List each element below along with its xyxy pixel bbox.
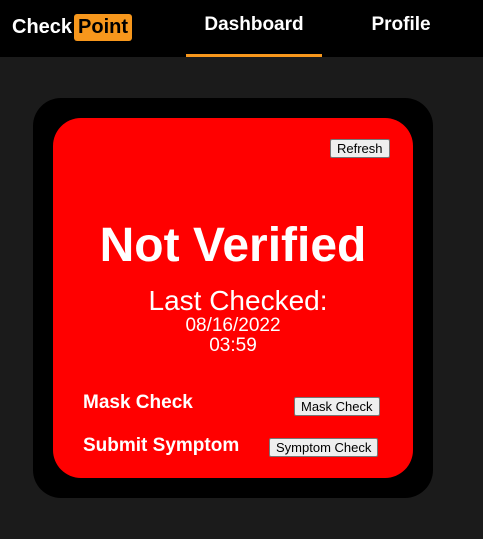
app-logo[interactable]: Check Point [12,13,133,41]
tab-profile[interactable]: Profile [350,0,452,54]
verification-status: Not Verified [99,219,367,272]
top-navigation-bar: Check Point Dashboard Profile [0,0,483,57]
last-checked-date: 08/16/2022 [185,315,281,336]
logo-text-point: Point [74,13,133,41]
verification-status-card: Refresh Not Verified Last Checked: 08/16… [53,118,413,478]
tab-profile-label: Profile [371,14,431,35]
refresh-button[interactable]: Refresh [330,139,390,158]
tab-dashboard[interactable]: Dashboard [186,0,322,57]
last-checked-label: Last Checked: [148,285,328,316]
mask-check-button[interactable]: Mask Check [294,397,380,416]
logo-text-check: Check [12,15,73,38]
symptom-check-button[interactable]: Symptom Check [269,438,379,457]
submit-symptom-label: Submit Symptom [83,435,240,456]
mask-check-label: Mask Check [83,392,193,413]
last-checked-time: 03:59 [209,335,257,356]
tab-dashboard-label: Dashboard [204,14,304,35]
